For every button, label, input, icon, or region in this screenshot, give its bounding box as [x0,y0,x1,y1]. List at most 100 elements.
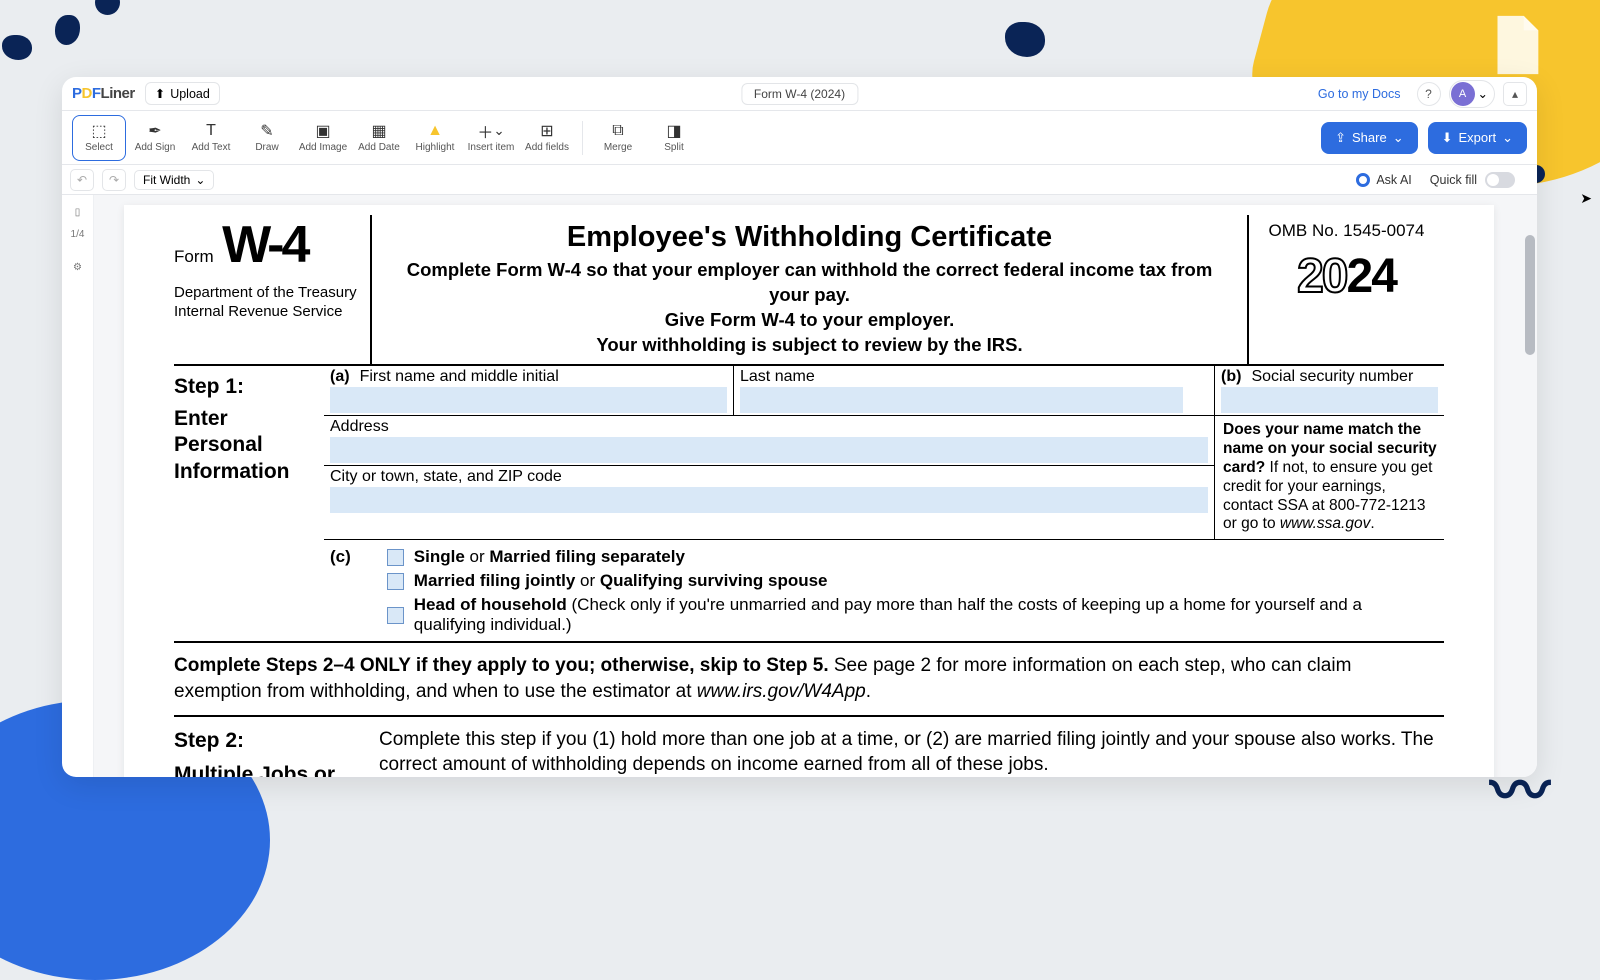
split-icon: ◨ [666,122,681,140]
tool-split[interactable]: ◨Split [647,115,701,161]
app-window: PDFLiner ⬆ Upload Form W-4 (2024) Go to … [62,77,1537,777]
draw-icon: ✎ [260,122,273,140]
decor-blob [2,35,32,60]
city-field[interactable] [330,487,1208,513]
chevron-down-icon: ⌄ [1478,86,1488,101]
topbar: PDFLiner ⬆ Upload Form W-4 (2024) Go to … [62,77,1537,111]
tool-add-text[interactable]: TAdd Text [184,115,238,161]
dept-line1: Department of the Treasury [174,284,370,303]
settings-icon[interactable]: ⚙ [69,258,87,276]
text-icon: T [206,122,216,140]
tool-add-date[interactable]: ▦Add Date [352,115,406,161]
help-button[interactable]: ? [1417,82,1441,106]
select-icon: ⬚ [91,122,106,140]
form-code: W-4 [222,221,307,270]
tool-select[interactable]: ⬚Select [72,115,126,161]
tool-highlight[interactable]: ▲Highlight [408,115,462,161]
topbar-right: Go to my Docs ? A ⌄ ▴ [1310,80,1527,108]
tool-add-sign[interactable]: ✒Add Sign [128,115,182,161]
chevron-down-icon: ⌄ [1502,130,1513,146]
checkbox-married-joint[interactable] [387,573,404,590]
last-name-label: Last name [740,368,815,385]
share-button[interactable]: ⇪Share⌄ [1321,122,1418,154]
document-page: Form W-4 Department of the Treasury Inte… [124,205,1494,777]
merge-icon: ⧉ [612,122,623,140]
form-title: Employee's Withholding Certificate [386,221,1233,254]
address-field[interactable] [330,437,1208,463]
dept-line2: Internal Revenue Service [174,303,370,322]
form-sub3: Your withholding is subject to review by… [386,333,1233,358]
quick-fill-switch[interactable] [1485,172,1515,188]
zoom-select[interactable]: Fit Width⌄ [134,170,214,190]
last-name-field[interactable] [740,387,1183,413]
quick-fill-toggle: Quick fill [1430,172,1515,188]
separator [582,121,583,155]
sign-icon: ✒ [148,122,161,140]
decor-pdf-icon [1480,10,1550,80]
tool-insert[interactable]: ＋⌄Insert item [464,115,518,161]
pages-icon[interactable]: ▯ [69,203,87,221]
scroll-thumb[interactable] [1525,235,1535,355]
insert-icon: ＋⌄ [477,122,504,140]
decor-blob [95,0,120,15]
step2: Step 2: Multiple Jobs or Spouse Complete… [174,717,1444,777]
toolbar: ⬚Select ✒Add Sign TAdd Text ✎Draw ▣Add I… [62,111,1537,165]
tool-draw[interactable]: ✎Draw [240,115,294,161]
tool-add-image[interactable]: ▣Add Image [296,115,350,161]
chevron-down-icon: ⌄ [1393,130,1404,146]
download-icon: ⬇ [1442,130,1453,146]
upload-button[interactable]: ⬆ Upload [145,82,220,105]
decor-blob [55,15,80,45]
step1-num: Step 1: [174,374,318,400]
form-sub2: Give Form W-4 to your employer. [386,308,1233,333]
left-rail: ▯ 1/4 ⚙ [62,195,94,777]
checkbox-hoh[interactable] [387,607,404,624]
step2-num: Step 2: [174,727,379,755]
document-title[interactable]: Form W-4 (2024) [741,83,858,105]
avatar: A [1451,82,1475,106]
highlight-icon: ▲ [427,122,443,140]
ssn-url: www.ssa.gov [1280,515,1370,532]
form-year: 2024 [1249,249,1444,304]
editor-body: ▯ 1/4 ⚙ Form W-4 Department of the Treas… [62,195,1537,777]
ai-icon [1356,173,1370,187]
omb-number: OMB No. 1545-0074 [1249,221,1444,241]
expand-button[interactable]: ▴ [1503,82,1527,106]
filing-status: (c)Single or Married filing separately (… [324,539,1444,641]
steps-note: Complete Steps 2–4 ONLY if they apply to… [174,643,1444,716]
user-menu[interactable]: A ⌄ [1449,80,1495,108]
upload-label: Upload [170,87,210,101]
first-name-label: First name and middle initial [360,368,559,385]
undo-button[interactable]: ↶ [70,169,94,191]
page-count: 1/4 [71,229,85,240]
scrollbar[interactable] [1525,195,1535,777]
ssn-field[interactable] [1221,387,1438,413]
goto-docs-link[interactable]: Go to my Docs [1310,84,1409,104]
cursor-icon: ➤ [1580,190,1592,207]
canvas[interactable]: Form W-4 Department of the Treasury Inte… [94,195,1537,777]
step1-label: Enter Personal Information [174,406,318,485]
date-icon: ▦ [371,122,386,140]
chevron-down-icon: ⌄ [195,173,205,187]
decor-blob [1005,22,1045,57]
subbar: ↶ ↷ Fit Width⌄ Ask AI Quick fill [62,165,1537,195]
ask-ai-button[interactable]: Ask AI [1356,173,1411,187]
checkbox-single[interactable] [387,549,404,566]
redo-button[interactable]: ↷ [102,169,126,191]
step2-text: Complete this step if you (1) hold more … [379,727,1444,777]
upload-icon: ⬆ [155,86,165,101]
city-label: City or town, state, and ZIP code [330,468,562,485]
ssn-label: Social security number [1251,368,1413,385]
form-label: Form [174,247,214,267]
share-icon: ⇪ [1335,130,1346,146]
image-icon: ▣ [315,122,330,140]
fields-icon: ⊞ [540,122,553,140]
export-button[interactable]: ⬇Export⌄ [1428,122,1527,154]
form-header: Form W-4 Department of the Treasury Inte… [174,215,1444,366]
first-name-field[interactable] [330,387,727,413]
logo[interactable]: PDFLiner [72,85,135,102]
tool-add-fields[interactable]: ⊞Add fields [520,115,574,161]
form-sub1: Complete Form W-4 so that your employer … [386,258,1233,308]
step1: Step 1: Enter Personal Information (a)Fi… [174,366,1444,643]
tool-merge[interactable]: ⧉Merge [591,115,645,161]
